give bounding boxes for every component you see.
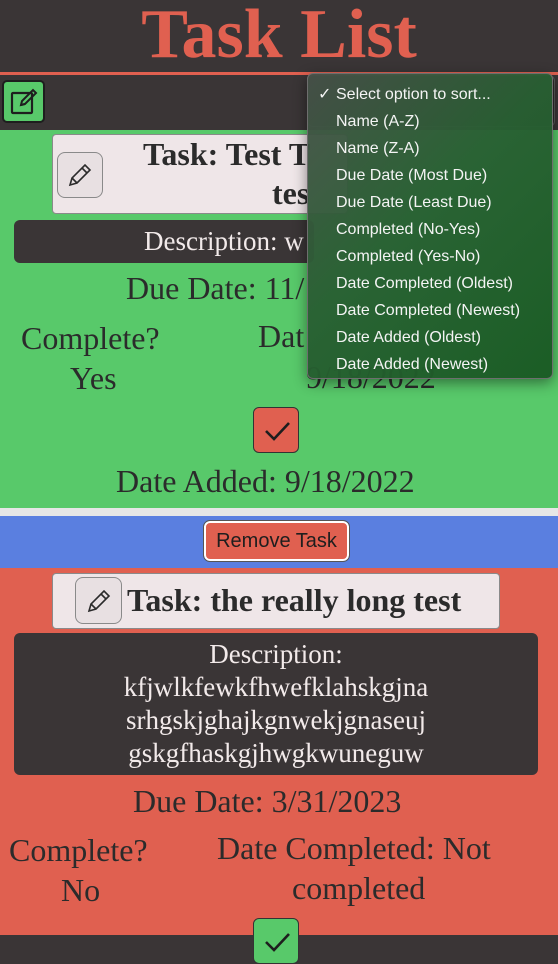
sort-option-name-desc[interactable]: Name (Z-A) <box>308 135 552 162</box>
date-completed-value: completed <box>292 870 426 906</box>
task-description-line: gskgfhaskgjhwgkwuneguw <box>128 738 424 768</box>
sort-option-name-asc[interactable]: Name (A-Z) <box>308 108 552 135</box>
date-completed-label: Date Completed: Not <box>217 830 491 866</box>
complete-value: Yes <box>70 360 117 396</box>
task-title: Task: the really long test <box>127 582 462 618</box>
task-description: Description: w <box>14 220 314 263</box>
edit-task-button[interactable] <box>57 152 103 198</box>
sort-option-date-completed-oldest[interactable]: Date Completed (Oldest) <box>308 270 552 297</box>
add-note-icon <box>10 88 38 115</box>
pencil-icon <box>68 163 92 187</box>
task-description-line: kfjwlkfewkfhwefklahskgjna <box>123 672 429 702</box>
sort-option-date-added-newest[interactable]: Date Added (Newest) <box>308 351 552 378</box>
remove-task-button[interactable]: Remove Task <box>203 520 350 562</box>
sort-option-placeholder[interactable]: ✓ Select option to sort... <box>308 81 552 108</box>
complete-value: No <box>61 872 101 908</box>
date-completed-label: Dat <box>258 318 305 354</box>
sort-dropdown-menu: ✓ Select option to sort... Name (A-Z) Na… <box>307 73 553 379</box>
mark-complete-button[interactable] <box>253 407 299 453</box>
sort-option-completed-no-yes[interactable]: Completed (No-Yes) <box>308 216 552 243</box>
complete-label: Complete? <box>21 320 160 356</box>
divider <box>0 508 558 516</box>
checkmark-icon <box>265 933 290 952</box>
sort-option-date-completed-newest[interactable]: Date Completed (Newest) <box>308 297 552 324</box>
sort-option-date-added-oldest[interactable]: Date Added (Oldest) <box>308 324 552 351</box>
sort-option-label: Select option to sort... <box>336 86 491 103</box>
add-task-button[interactable] <box>2 80 45 123</box>
checkmark-icon: ✓ <box>318 86 332 103</box>
task-date-added: Date Added: 9/18/2022 <box>116 463 415 499</box>
task-description: Description: kfjwlkfewkfhwefklahskgjna s… <box>14 633 538 775</box>
edit-task-button[interactable] <box>75 577 122 624</box>
task-due-date: Due Date: 3/31/2023 <box>133 783 402 819</box>
sort-option-due-least[interactable]: Due Date (Least Due) <box>308 189 552 216</box>
sort-option-due-most[interactable]: Due Date (Most Due) <box>308 162 552 189</box>
task-title-line2: tes <box>272 175 310 211</box>
checkmark-icon <box>265 422 290 441</box>
task-title: Task: Test T <box>143 136 311 172</box>
sort-option-completed-yes-no[interactable]: Completed (Yes-No) <box>308 243 552 270</box>
pencil-icon <box>87 589 111 613</box>
task-description-label: Description: <box>209 639 343 669</box>
complete-label: Complete? <box>9 832 148 868</box>
task-description-line: srhgskjghajkgnwekjgnaseuj <box>126 705 426 735</box>
task-description-text: Description: w <box>144 226 304 256</box>
task-due-date: Due Date: 11/ <box>126 270 305 306</box>
app-title: Task List <box>141 0 417 73</box>
mark-complete-button[interactable] <box>253 918 299 964</box>
app-header: Task List <box>0 0 558 75</box>
